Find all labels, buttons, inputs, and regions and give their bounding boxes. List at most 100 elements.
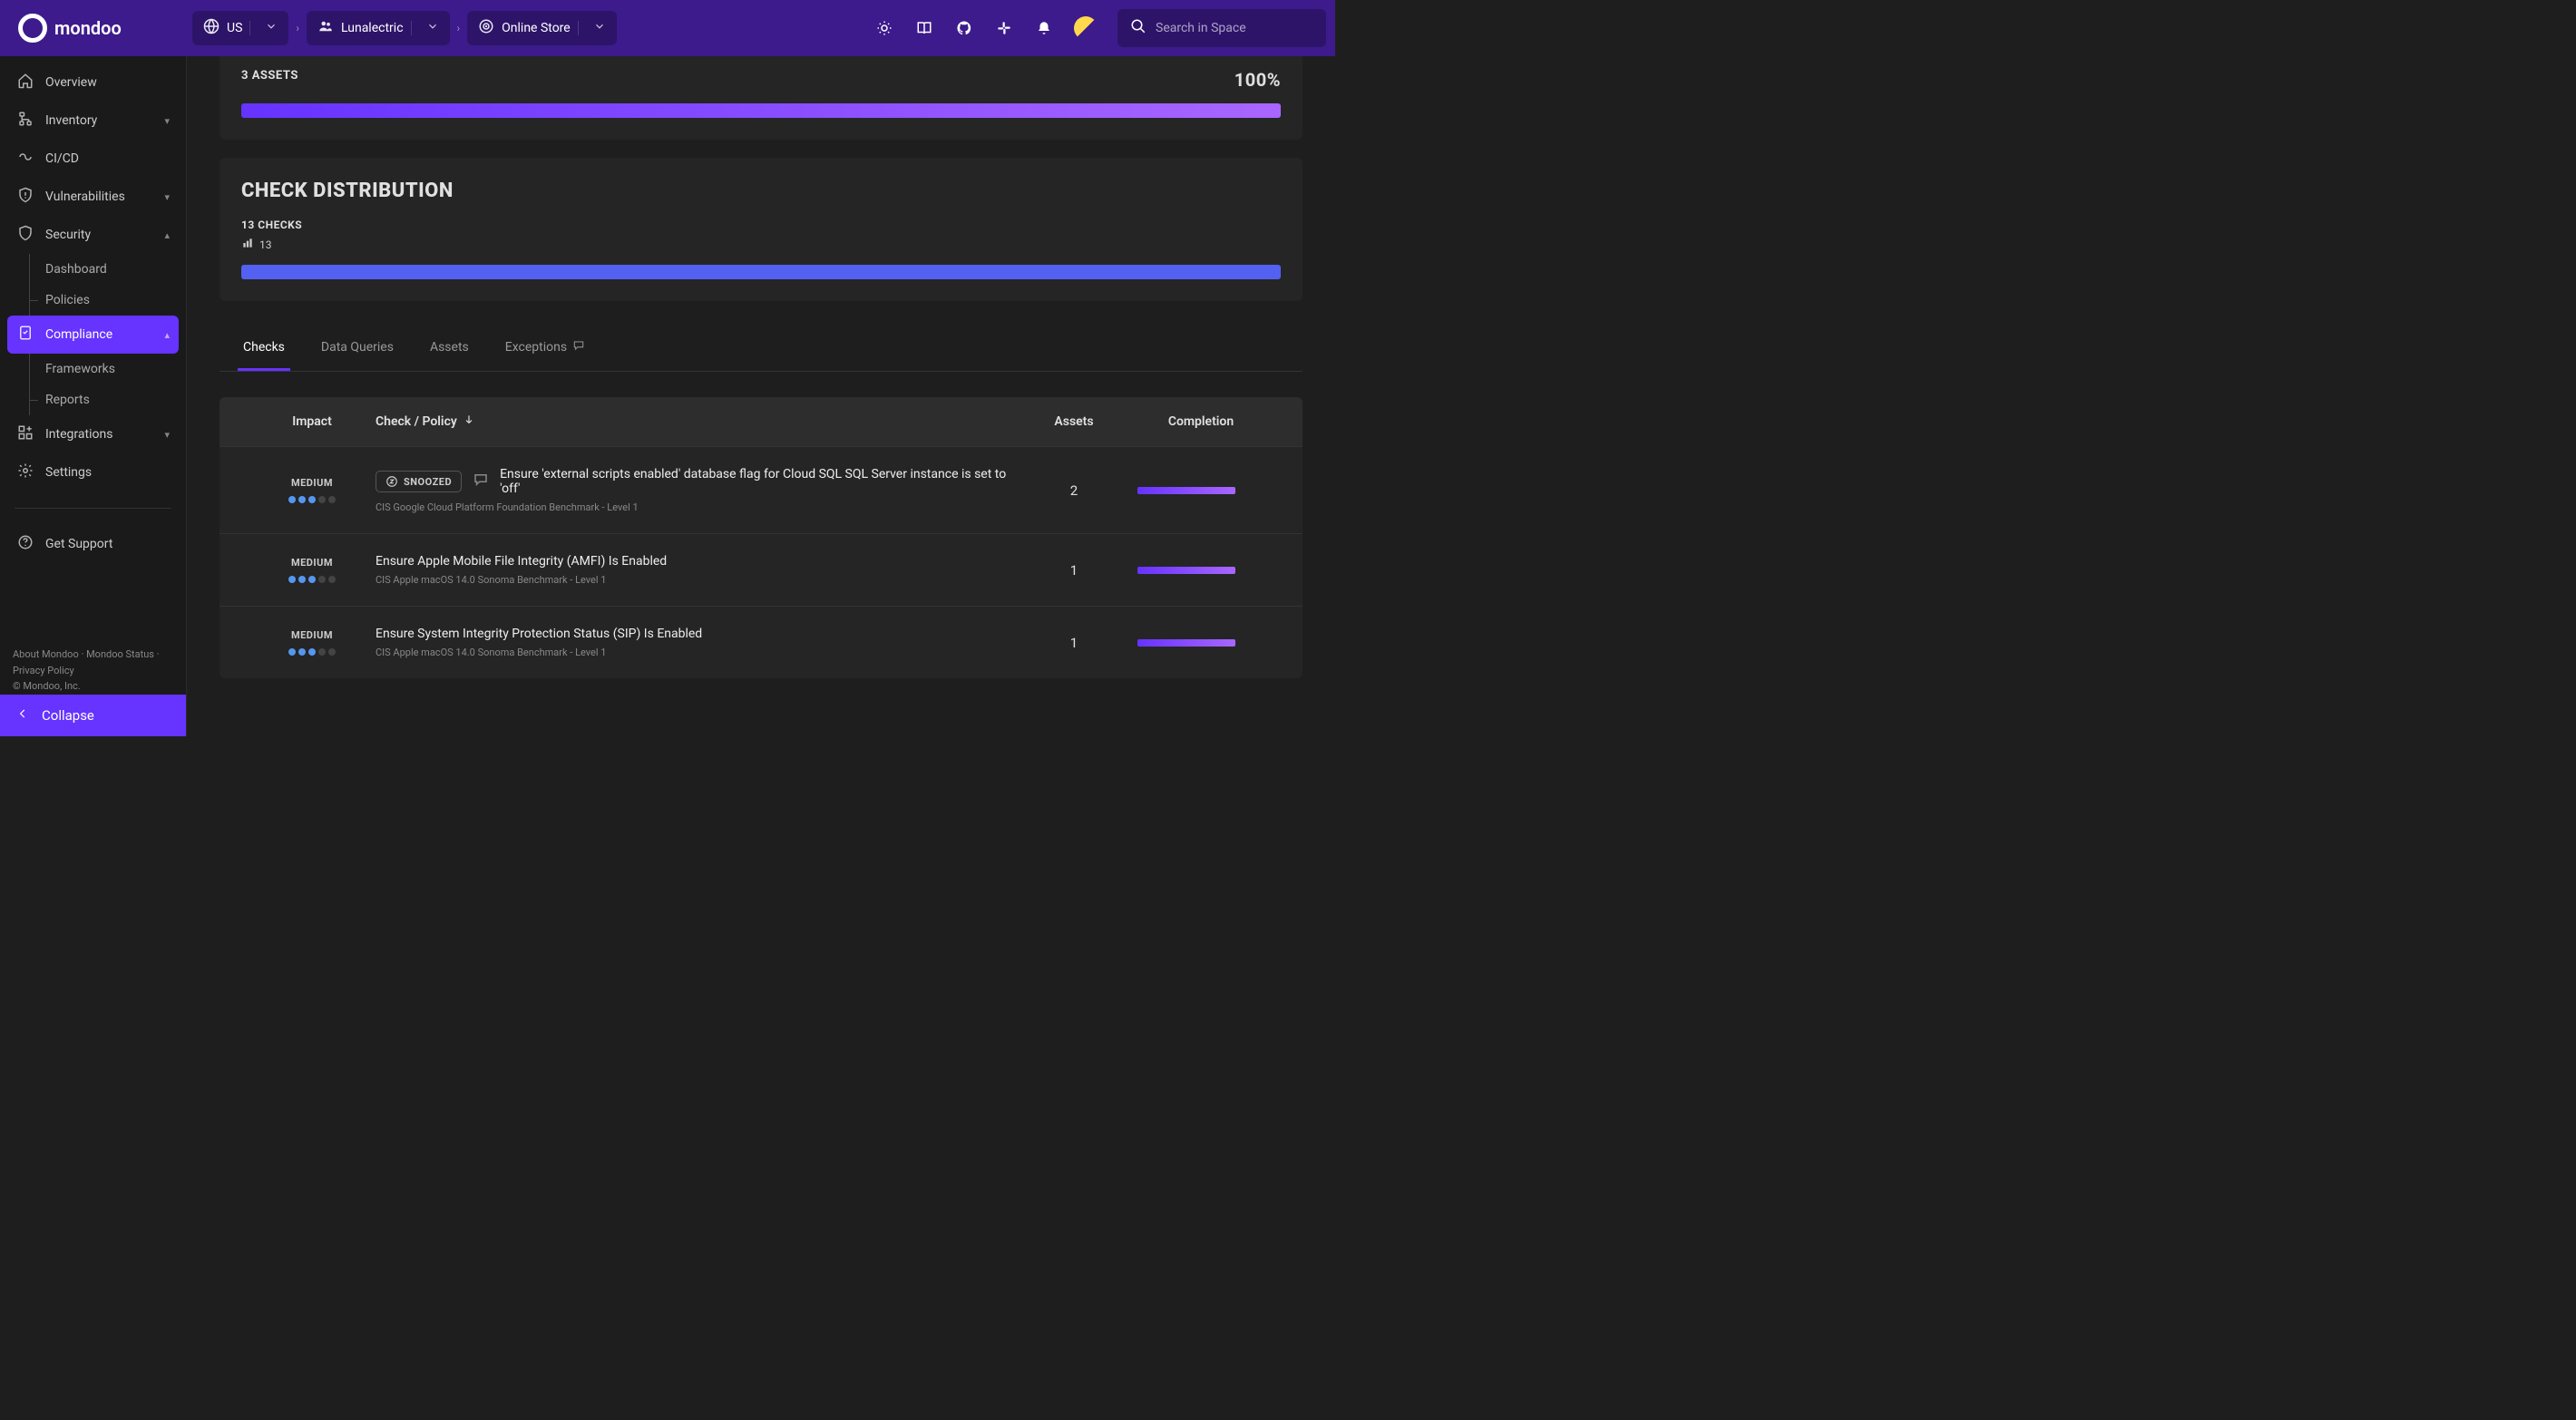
tabs: Checks Data Queries Assets Exceptions (220, 326, 1303, 372)
check-title: Ensure Apple Mobile File Integrity (AMFI… (376, 554, 667, 569)
check-distribution-card: CHECK DISTRIBUTION 13 CHECKS 13 (220, 158, 1303, 301)
impact-label: MEDIUM (249, 629, 376, 641)
impact-cell: MEDIUM (249, 557, 376, 583)
sidebar-item-label: CI/CD (45, 151, 79, 166)
impact-label: MEDIUM (249, 477, 376, 489)
check-title: Ensure 'external scripts enabled' databa… (500, 467, 1020, 496)
assets-progress-bar (241, 103, 1281, 118)
chevron-down-icon: ▾ (164, 115, 170, 127)
search-input[interactable] (1117, 9, 1326, 47)
tab-assets[interactable]: Assets (424, 326, 474, 371)
impact-dots (249, 648, 376, 656)
table-row[interactable]: MEDIUMEnsure System Integrity Protection… (220, 606, 1303, 678)
divider (15, 508, 171, 509)
tab-label: Exceptions (505, 340, 567, 355)
sidebar-item-label: Compliance (45, 327, 112, 342)
globe-icon (203, 18, 220, 38)
tab-label: Checks (243, 340, 285, 355)
sidebar-item-security[interactable]: Security ▴ (7, 216, 179, 254)
sidebar-item-label: Reports (45, 393, 90, 407)
shield-alert-icon (16, 187, 34, 207)
footer-privacy[interactable]: Privacy Policy (13, 665, 74, 676)
assets-percent: 100% (1234, 69, 1281, 91)
check-policy: CIS Google Cloud Platform Foundation Ben… (376, 501, 1020, 513)
sidebar-item-label: Policies (45, 293, 90, 307)
sort-down-icon (463, 413, 475, 430)
sidebar-item-vulnerabilities[interactable]: Vulnerabilities ▾ (7, 178, 179, 216)
impact-cell: MEDIUM (249, 629, 376, 656)
bar-chart-icon (241, 237, 254, 252)
th-assets[interactable]: Assets (1020, 413, 1128, 430)
book-icon[interactable] (914, 18, 934, 38)
chevron-left-icon (16, 707, 29, 724)
search-field[interactable] (1156, 21, 1317, 35)
crumb-org[interactable]: Lunalectric (307, 11, 450, 45)
slack-icon[interactable] (994, 18, 1014, 38)
help-icon (16, 534, 34, 554)
sidebar-sub-dashboard[interactable]: Dashboard (7, 254, 179, 285)
check-title: Ensure System Integrity Protection Statu… (376, 627, 702, 641)
footer-copyright: © Mondoo, Inc. (13, 680, 81, 692)
impact-dots (249, 576, 376, 583)
snoozed-badge: SNOOZED (376, 471, 462, 492)
sidebar-item-support[interactable]: Get Support (7, 525, 179, 563)
crumb-region[interactable]: US (192, 11, 288, 45)
check-distribution-title: CHECK DISTRIBUTION (241, 180, 1281, 202)
th-check[interactable]: Check / Policy (376, 413, 1020, 430)
impact-cell: MEDIUM (249, 477, 376, 503)
sidebar-item-label: Inventory (45, 113, 97, 128)
completion-bar (1137, 567, 1235, 574)
th-impact[interactable]: Impact (249, 413, 376, 430)
sidebar-item-settings[interactable]: Settings (7, 453, 179, 491)
sidebar-footer: About Mondoo · Mondoo Status · Privacy P… (0, 647, 186, 695)
sidebar-item-overview[interactable]: Overview (7, 63, 179, 102)
tab-data-queries[interactable]: Data Queries (316, 326, 399, 371)
crumb-region-label: US (227, 21, 242, 35)
compliance-icon (16, 325, 34, 345)
collapse-button[interactable]: Collapse (0, 695, 186, 736)
chevron-down-icon (593, 20, 606, 36)
footer-about[interactable]: About Mondoo (13, 648, 79, 660)
crumb-org-label: Lunalectric (341, 21, 404, 35)
assets-cell: 1 (1020, 635, 1128, 651)
sidebar-item-cicd[interactable]: CI/CD (7, 140, 179, 178)
checks-count-label: 13 CHECKS (241, 219, 1281, 231)
main-content: 3 ASSETS 100% CHECK DISTRIBUTION 13 CHEC… (187, 56, 1335, 736)
breadcrumb-separator: › (457, 22, 461, 34)
tab-checks[interactable]: Checks (238, 326, 290, 371)
sidebar-item-inventory[interactable]: Inventory ▾ (7, 102, 179, 140)
logo[interactable]: mondoo (9, 14, 181, 43)
sidebar-sub-reports[interactable]: Reports (7, 384, 179, 415)
sidebar-item-label: Vulnerabilities (45, 190, 125, 204)
tree-icon (16, 111, 34, 131)
sidebar-sub-frameworks[interactable]: Frameworks (7, 354, 179, 384)
tab-label: Assets (430, 340, 469, 355)
github-icon[interactable] (954, 18, 974, 38)
bell-icon[interactable] (1034, 18, 1054, 38)
sidebar-item-label: Security (45, 228, 91, 242)
sidebar-sub-policies[interactable]: Policies (7, 285, 179, 316)
assets-cell: 1 (1020, 562, 1128, 579)
check-policy: CIS Apple macOS 14.0 Sonoma Benchmark - … (376, 574, 1020, 586)
crumb-space[interactable]: Online Store (467, 11, 617, 45)
assets-cell: 2 (1020, 482, 1128, 499)
avatar[interactable] (1074, 16, 1098, 40)
footer-status[interactable]: Mondoo Status (86, 648, 154, 660)
completion-cell (1128, 487, 1273, 494)
chevron-down-icon (265, 20, 278, 36)
users-icon (317, 18, 334, 38)
check-cell: Ensure System Integrity Protection Statu… (376, 627, 1020, 658)
table-row[interactable]: MEDIUMSNOOZED Ensure 'external scripts en… (220, 446, 1303, 533)
logo-text: mondoo (54, 17, 122, 39)
breadcrumb: US › Lunalectric › Online Store (192, 11, 617, 45)
sidebar-item-integrations[interactable]: Integrations ▾ (7, 415, 179, 453)
checks-sub-value: 13 (259, 238, 272, 251)
th-completion[interactable]: Completion (1128, 413, 1273, 430)
sidebar-item-label: Dashboard (45, 262, 107, 277)
sun-icon[interactable] (874, 18, 894, 38)
tab-exceptions[interactable]: Exceptions (500, 326, 590, 371)
checks-progress-bar (241, 265, 1281, 279)
table-row[interactable]: MEDIUMEnsure Apple Mobile File Integrity… (220, 533, 1303, 606)
sidebar-item-compliance[interactable]: Compliance ▴ (7, 316, 179, 354)
breadcrumb-separator: › (296, 22, 299, 34)
